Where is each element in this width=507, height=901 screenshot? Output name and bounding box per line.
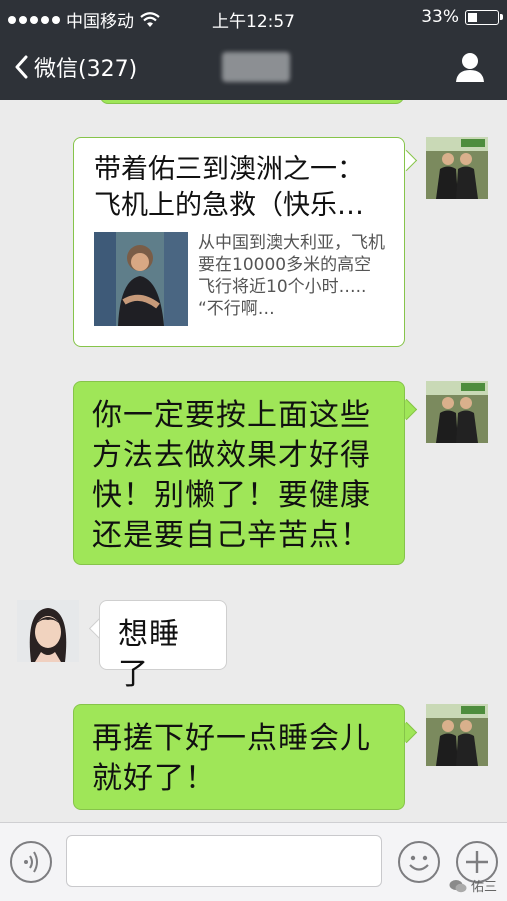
message-input[interactable] bbox=[66, 835, 382, 887]
voice-icon bbox=[24, 851, 38, 873]
message-line: 还是要自己辛苦点！ bbox=[92, 518, 371, 553]
voice-button[interactable] bbox=[10, 841, 52, 883]
battery-percent: 33% bbox=[421, 7, 459, 27]
message-line: 你一定要按上面这些 bbox=[92, 398, 371, 433]
article-card[interactable]: 带着佑三到澳洲之一：飞机上的急救（快乐… 从中国到澳大利亚，飞机要在10000多… bbox=[73, 137, 405, 347]
avatar[interactable] bbox=[426, 137, 488, 199]
avatar[interactable] bbox=[426, 704, 488, 766]
nav-bar: 微信(327) bbox=[0, 34, 507, 100]
chevron-left-icon bbox=[15, 55, 28, 79]
battery-fill bbox=[468, 12, 477, 22]
watermark-text: 佑三 bbox=[470, 880, 497, 895]
status-right: 33% bbox=[421, 7, 503, 27]
chat-title-blurred bbox=[222, 52, 290, 82]
back-label: 微信(327) bbox=[34, 57, 138, 82]
watermark: 佑三 bbox=[449, 876, 497, 895]
message-line: 就好了！ bbox=[92, 761, 216, 796]
status-bar: 中国移动 上午12:57 33% bbox=[0, 0, 507, 34]
emoji-button[interactable] bbox=[398, 841, 440, 883]
article-thumbnail bbox=[94, 232, 188, 326]
avatar[interactable] bbox=[426, 381, 488, 443]
message-line: 想睡了 bbox=[118, 617, 180, 692]
emoji-icon bbox=[409, 855, 429, 871]
person-icon[interactable] bbox=[455, 51, 485, 83]
message-line: 再搓下好一点睡会儿 bbox=[92, 721, 371, 756]
article-title: 带着佑三到澳洲之一：飞机上的急救（快乐… bbox=[94, 154, 364, 221]
battery-icon bbox=[465, 9, 503, 25]
chat-area[interactable]: 带着佑三到澳洲之一：飞机上的急救（快乐… 从中国到澳大利亚，飞机要在10000多… bbox=[0, 100, 507, 822]
partial-message-bubble bbox=[100, 100, 404, 104]
message-bubble[interactable]: 你一定要按上面这些 方法去做效果才好得 快！别懒了！要健康 还是要自己辛苦点！ bbox=[73, 381, 405, 565]
article-description: 从中国到澳大利亚，飞机要在10000多米的高空飞行将近10个小时….. “不行啊… bbox=[198, 233, 385, 319]
input-bar: 佑三 bbox=[0, 822, 507, 901]
message-bubble[interactable]: 想睡了 bbox=[99, 600, 227, 692]
message-bubble[interactable]: 再搓下好一点睡会儿 就好了！ bbox=[73, 704, 405, 810]
avatar[interactable] bbox=[17, 600, 79, 662]
message-line: 方法去做效果才好得 bbox=[92, 438, 371, 473]
wechat-logo-icon bbox=[449, 879, 467, 892]
message-line: 快！别懒了！要健康 bbox=[92, 478, 371, 513]
back-button[interactable]: 微信(327) bbox=[14, 51, 137, 83]
